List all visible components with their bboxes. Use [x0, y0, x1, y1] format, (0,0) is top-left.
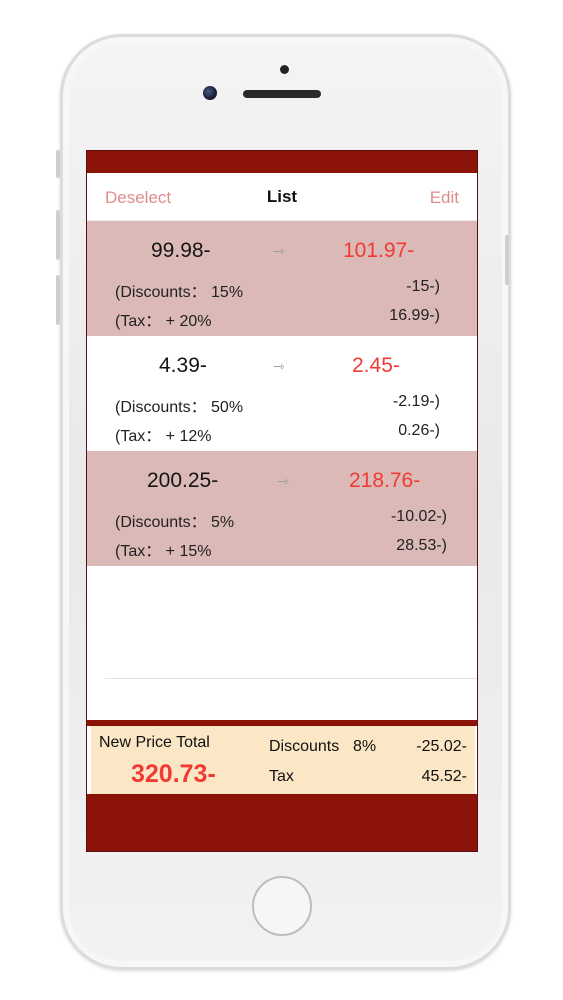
- summary-tax-value: 45.52-: [421, 768, 467, 785]
- edit-button[interactable]: Edit: [430, 188, 459, 208]
- list-item[interactable]: 99.98- ⇾ 101.97- (Discounts： 15% -15-) (…: [87, 221, 477, 336]
- summary-title: New Price Total: [99, 734, 210, 751]
- tax-label: (Tax： + 12%: [115, 428, 212, 445]
- app-screen: Deselect List Edit 99.98- ⇾ 101.97- (Dis…: [86, 150, 478, 852]
- original-price: 200.25-: [147, 469, 219, 492]
- front-camera-icon: [203, 86, 217, 100]
- tax-value: 0.26-): [398, 422, 440, 439]
- summary-discounts-value: -25.02-: [416, 738, 467, 755]
- earpiece-speaker: [243, 90, 321, 98]
- discount-label: (Discounts： 50%: [115, 399, 244, 416]
- new-price: 2.45-: [352, 354, 400, 377]
- list-item[interactable]: 4.39- ⇾ 2.45- (Discounts： 50% -2.19-) (T…: [87, 336, 477, 451]
- summary-total: 320.73-: [131, 760, 216, 788]
- volume-up-button: [56, 210, 60, 260]
- right-arrow-icon: ⇾: [273, 358, 285, 374]
- home-button[interactable]: [252, 876, 312, 936]
- navigation-bar: Deselect List Edit: [87, 173, 477, 221]
- new-price: 101.97-: [343, 239, 415, 262]
- new-price: 218.76-: [349, 469, 421, 492]
- right-arrow-icon: ⇾: [277, 473, 289, 489]
- original-price: 99.98-: [151, 239, 211, 262]
- tax-label: (Tax： + 20%: [115, 313, 212, 330]
- page-title: List: [266, 187, 298, 206]
- summary-discounts-label: Discounts: [269, 738, 340, 755]
- volume-down-button: [56, 275, 60, 325]
- power-button: [505, 235, 509, 285]
- tax-value: 28.53-): [396, 537, 447, 554]
- original-price: 4.39-: [159, 354, 207, 377]
- tax-label: (Tax： + 15%: [115, 543, 212, 560]
- summary-discounts-percent: 8%: [353, 738, 377, 755]
- discount-value: -15-): [406, 278, 440, 295]
- mute-switch: [56, 150, 60, 178]
- discount-value: -2.19-): [392, 393, 440, 410]
- divider: [105, 678, 477, 679]
- right-arrow-icon: ⇾: [273, 243, 285, 259]
- discount-label: (Discounts： 15%: [115, 284, 244, 301]
- bottom-toolbar: [87, 794, 477, 851]
- tax-value: 16.99-): [389, 307, 440, 324]
- discount-label: (Discounts： 5%: [115, 514, 235, 531]
- summary-tax-label: Tax: [269, 768, 294, 785]
- sensor-dot: [280, 65, 289, 74]
- status-bar: [87, 151, 477, 173]
- totals-summary: New Price Total 320.73- Discounts 8% -25…: [91, 726, 475, 794]
- list-item[interactable]: 200.25- ⇾ 218.76- (Discounts： 5% -10.02-…: [87, 451, 477, 566]
- item-list: 99.98- ⇾ 101.97- (Discounts： 15% -15-) (…: [87, 221, 477, 566]
- discount-value: -10.02-): [390, 508, 447, 525]
